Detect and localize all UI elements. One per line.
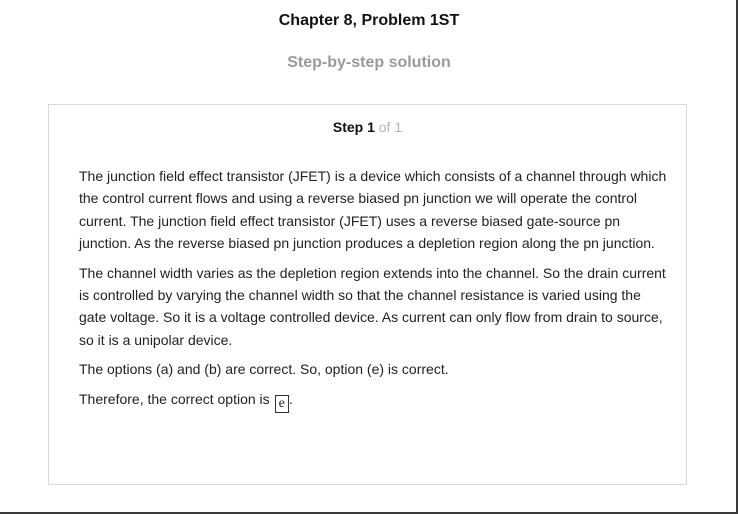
solution-conclusion: Therefore, the correct option is e. — [79, 388, 669, 413]
solution-paragraph: The channel width varies as the depletio… — [79, 264, 666, 348]
answer-box: e — [274, 394, 289, 413]
step-label: Step 1 — [332, 119, 375, 135]
step-count: of 1 — [378, 119, 403, 135]
solution-card: Step 1 of 1 The junction field effect tr… — [48, 104, 687, 485]
solution-paragraph: The junction field effect transistor (JF… — [79, 168, 667, 252]
solution-content: The junction field effect transistor (JF… — [79, 165, 669, 420]
chapter-title: Chapter 8, Problem 1ST — [278, 12, 460, 29]
conclusion-period: . — [288, 390, 293, 407]
solution-paragraph: The options (a) and (b) are correct. So,… — [79, 361, 449, 378]
solution-subtitle: Step-by-step solution — [287, 54, 451, 71]
step-header: Step 1 of 1 — [49, 119, 686, 135]
conclusion-text: Therefore, the correct option is — [79, 390, 270, 407]
